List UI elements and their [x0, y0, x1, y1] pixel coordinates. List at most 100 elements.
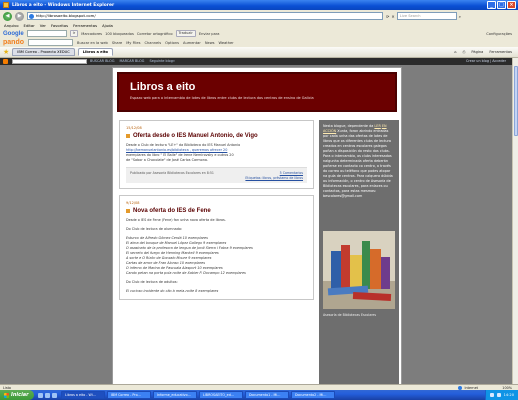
menu-tools[interactable]: Ferramentas [73, 23, 97, 28]
pando-toolbar: pando Buscar en la web Share My Files Ch… [0, 38, 518, 47]
tab-libros-a-eito[interactable]: Libros a eito [77, 48, 114, 56]
menu-help[interactable]: Ajuda [102, 23, 113, 28]
blog-title[interactable]: Libros a eito [130, 81, 395, 93]
task-button[interactable]: IBM Correo - Pro... [107, 391, 151, 399]
post-footer: Publicado por Asesoría Bibliotecas Escol… [126, 167, 307, 184]
url-field[interactable]: http://librosaeito.blogspot.com/ [27, 12, 383, 20]
menu-edit[interactable]: Editar [24, 23, 35, 28]
pando-news[interactable]: News [205, 41, 215, 45]
maximize-button[interactable]: □ [497, 1, 506, 9]
library-link[interactable]: http://bemanuelantonio.es/biblioteca , q… [126, 148, 227, 152]
post-line: de "Sabor a Chocolate" de José Carlos Ca… [126, 158, 209, 162]
blog-search-input[interactable] [12, 59, 87, 64]
minimize-button[interactable]: _ [487, 1, 496, 9]
live-search-input[interactable]: Live Search [396, 12, 457, 20]
pando-search-input[interactable] [28, 39, 73, 46]
tools-menu[interactable]: Ferramentas [489, 50, 512, 54]
zone-label: Internet [464, 385, 478, 390]
title-bar: Libros a eito - Windows Internet Explore… [0, 0, 518, 10]
pando-aumentar[interactable]: Aumentar [183, 41, 201, 45]
google-send[interactable]: Enviar para [199, 32, 220, 36]
post-title-text[interactable]: Nova oferta do IES de Fene [133, 208, 211, 214]
google-popup-blocked[interactable]: 100 bloqueados [105, 32, 134, 36]
google-go-button[interactable]: Ir [69, 30, 79, 37]
post-date: 9/12/08 [126, 201, 140, 206]
pando-logo: pando [3, 39, 24, 46]
pando-options[interactable]: Options [165, 41, 179, 45]
menu-file[interactable]: Arquivo [4, 23, 19, 28]
google-search-input[interactable] [26, 30, 67, 37]
task-button[interactable]: Documento2 - Mi... [291, 391, 335, 399]
google-toolbar: Google Ir Marcadores 100 bloqueados Corr… [0, 29, 518, 38]
system-tray: 14:20 [484, 390, 518, 400]
star-icon[interactable]: ★ [3, 48, 9, 56]
pando-share[interactable]: Share [112, 41, 122, 45]
mark-blog-link[interactable]: MARCAR BLOG [119, 58, 144, 65]
posts-column: 15/12/08 Oferta desde o IES Manuel Anton… [119, 120, 314, 306]
vertical-scrollbar[interactable] [512, 58, 518, 384]
command-bar: ⌂ ⎙ Página Ferramentas [454, 50, 518, 54]
next-blog-link[interactable]: Seguinte blog» [149, 58, 175, 65]
google-settings[interactable]: Configurações [486, 32, 512, 36]
bullet-icon [126, 134, 130, 138]
search-blog-link[interactable]: BUSCAR BLOG [90, 58, 114, 65]
google-logo: Google [3, 30, 24, 37]
pando-search-web[interactable]: Buscar en la web [77, 41, 108, 45]
book-item: El curioso incidente do cão à meia-noite… [126, 289, 219, 294]
post-labels[interactable]: Etiquetas: libros, préstamo de libros [245, 176, 303, 180]
pando-channels[interactable]: Channels [144, 41, 161, 45]
close-button[interactable]: × [507, 1, 516, 9]
google-bookmarks[interactable]: Marcadores [81, 32, 102, 36]
task-button[interactable]: LIBROSAEITO_ed... [199, 391, 243, 399]
scrollbar-thumb[interactable] [514, 66, 518, 136]
tab-ibm-correo[interactable]: IBM Correo - Proxecto XEDUC [12, 48, 75, 56]
blog-description: Espazo web para o intercambio de lotes d… [130, 96, 314, 100]
url-text: http://librosaeito.blogspot.com/ [36, 13, 96, 18]
back-button[interactable]: ◀ [3, 11, 12, 21]
pando-weather[interactable]: Weather [219, 41, 234, 45]
create-signin-links[interactable]: Crear un blog | Acceder [466, 58, 506, 65]
home-icon[interactable]: ⌂ [454, 50, 456, 54]
blogger-logo-icon[interactable] [3, 59, 8, 64]
menu-favorites[interactable]: Favoritos [51, 23, 68, 28]
post-title[interactable]: Nova oferta do IES de Fene [126, 208, 307, 214]
print-icon[interactable]: ⎙ [463, 50, 466, 54]
google-spellcheck[interactable]: Corretor ortográfico [137, 32, 173, 36]
books-photo [323, 231, 395, 309]
refresh-icon[interactable]: ⟳ [386, 14, 389, 19]
task-button[interactable]: Libros a eito - Wi... [61, 391, 105, 399]
google-translate[interactable]: Traduzir [175, 30, 196, 37]
media-player-icon[interactable] [52, 392, 57, 398]
show-desktop-icon[interactable] [38, 392, 43, 398]
post-body: Desde o IES de Fene (Fene) fan unha nova… [126, 218, 307, 294]
task-button[interactable]: Documento1 - Mi... [245, 391, 289, 399]
post-title-text[interactable]: Oferta desde o IES Manuel Antonio, de Vi… [133, 133, 258, 139]
sidebar-text: Nesta blogue, dependente da LER EN ACCIÓ… [323, 124, 395, 199]
blog-container: Libros a eito Espazo web para o intercam… [112, 67, 402, 384]
page-viewport: BUSCAR BLOG MARCAR BLOG Seguinte blog» C… [0, 58, 512, 384]
post-author: Publicado por Asesoría Bibliotecas Escol… [130, 171, 214, 175]
sidebar: Nesta blogue, dependente da LER EN ACCIÓ… [319, 120, 399, 384]
ler-link[interactable]: LER [374, 124, 380, 128]
volume-icon[interactable] [496, 393, 501, 397]
forward-button[interactable]: ▶ [15, 11, 24, 21]
security-zone[interactable]: Internet [457, 385, 478, 390]
network-icon[interactable] [489, 393, 494, 397]
zoom-level[interactable]: 100% [502, 386, 512, 390]
pando-my-files[interactable]: My Files [126, 41, 140, 45]
blogger-navbar: BUSCAR BLOG MARCAR BLOG Seguinte blog» C… [0, 58, 512, 65]
page-menu[interactable]: Página [471, 50, 483, 54]
post-title[interactable]: Oferta desde o IES Manuel Antonio, de Vi… [126, 133, 307, 139]
start-label: Iniciar [11, 392, 29, 398]
menu-view[interactable]: Ver [40, 23, 46, 28]
window-title: Libros a eito - Windows Internet Explore… [12, 2, 115, 8]
post-date: 15/12/08 [126, 126, 142, 130]
ie-quicklaunch-icon[interactable] [45, 392, 50, 398]
start-button[interactable]: Iniciar [0, 390, 34, 400]
blog-post: 15/12/08 Oferta desde o IES Manuel Anton… [119, 120, 314, 190]
task-button[interactable]: Informe_educativo... [153, 391, 197, 399]
blog-header: Libros a eito Espazo web para o intercam… [117, 72, 397, 112]
search-icon[interactable]: ⌕ [459, 14, 461, 19]
stop-icon[interactable]: ✕ [391, 14, 394, 19]
photo-caption: Asesoría de Bibliotecas Escolares [323, 313, 377, 317]
